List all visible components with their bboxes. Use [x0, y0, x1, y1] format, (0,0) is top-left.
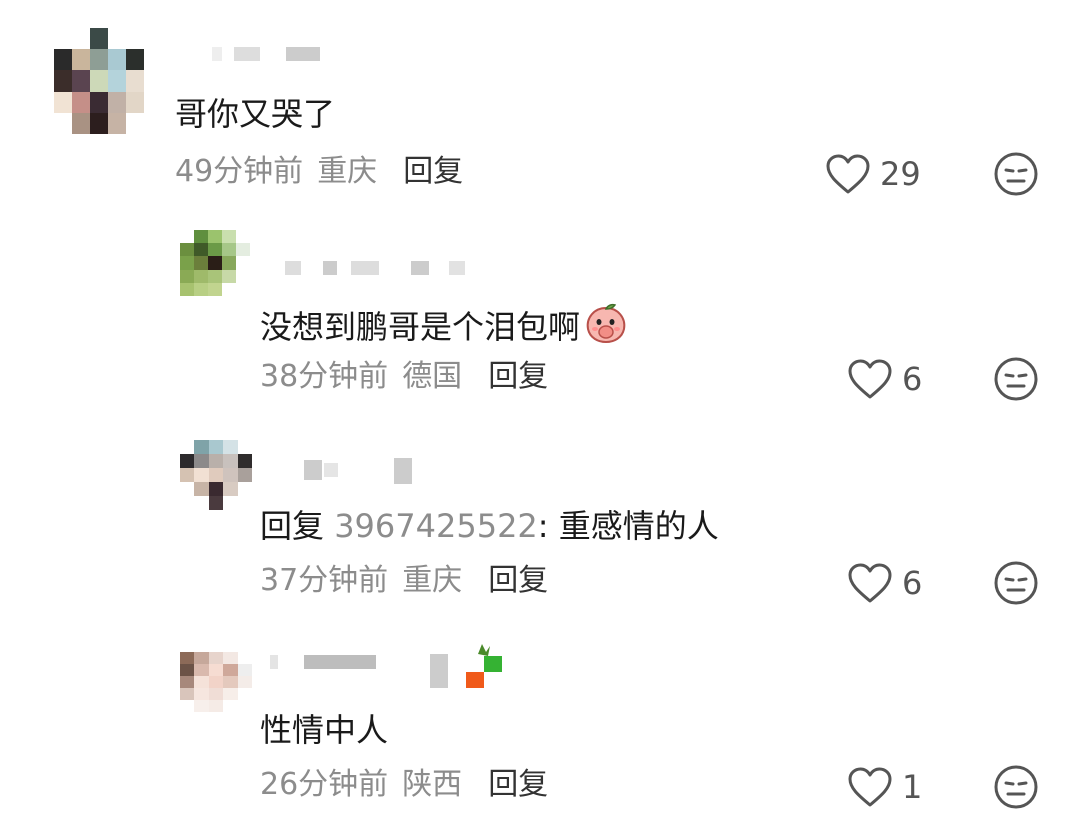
avatar[interactable] [180, 652, 252, 712]
dislike-button[interactable] [992, 559, 1040, 611]
comment-time: 26分钟前 [260, 767, 389, 802]
unhappy-face-icon [994, 357, 1038, 401]
unhappy-face-icon [994, 152, 1038, 196]
comment-text-body: 没想到鹏哥是个泪包啊 [260, 308, 581, 346]
reply-button[interactable]: 回复 [488, 359, 548, 394]
unhappy-face-icon [994, 765, 1038, 809]
mention-user[interactable]: 3967425522 [334, 507, 538, 545]
heart-outline-icon [848, 767, 892, 807]
comment-time: 37分钟前 [260, 563, 389, 598]
dislike-button[interactable] [992, 150, 1040, 202]
heart-outline-icon [848, 563, 892, 603]
reply-button[interactable]: 回复 [403, 154, 463, 189]
like-button[interactable]: 6 [846, 357, 922, 401]
like-button[interactable]: 29 [824, 152, 921, 196]
like-count: 1 [902, 768, 923, 806]
like-count: 6 [902, 564, 923, 602]
comment-location: 陕西 [402, 767, 463, 802]
heart-outline-icon [826, 154, 870, 194]
user-badge-icon [466, 642, 504, 690]
avatar[interactable] [180, 440, 252, 510]
like-button[interactable]: 6 [846, 561, 922, 605]
reply-button[interactable]: 回复 [488, 767, 548, 802]
avatar[interactable] [54, 28, 144, 134]
comment-text-body: : 重感情的人 [537, 507, 719, 545]
comment-text: 没想到鹏哥是个泪包啊 [260, 302, 628, 353]
username-blurred[interactable] [212, 42, 332, 66]
comment-meta: 37分钟前 重庆 回复 [260, 563, 548, 599]
comment-meta: 49分钟前 重庆 回复 [175, 154, 463, 190]
comment-text: 哥你又哭了 [175, 95, 336, 133]
like-button[interactable]: 1 [846, 765, 922, 809]
comment-meta: 38分钟前 德国 回复 [260, 359, 548, 395]
like-count: 29 [880, 155, 921, 193]
dislike-button[interactable] [992, 763, 1040, 815]
comment-time: 49分钟前 [175, 154, 304, 189]
like-count: 6 [902, 360, 923, 398]
dislike-button[interactable] [992, 355, 1040, 407]
avatar[interactable] [180, 230, 250, 296]
comment-text: 回复 3967425522: 重感情的人 [260, 506, 719, 546]
comment-meta: 26分钟前 陕西 回复 [260, 767, 548, 803]
comment-location: 重庆 [317, 154, 378, 189]
unhappy-face-icon [994, 561, 1038, 605]
reply-button[interactable]: 回复 [488, 563, 548, 598]
comment-text: 性情中人 [260, 711, 389, 749]
username-blurred[interactable] [300, 458, 420, 484]
peach-cover-face-emoji [584, 302, 628, 353]
comment-location: 德国 [402, 359, 463, 394]
heart-outline-icon [848, 359, 892, 399]
reply-prefix: 回复 [260, 507, 325, 545]
comment-location: 重庆 [402, 563, 463, 598]
comment-time: 38分钟前 [260, 359, 389, 394]
username-blurred[interactable] [285, 256, 475, 280]
